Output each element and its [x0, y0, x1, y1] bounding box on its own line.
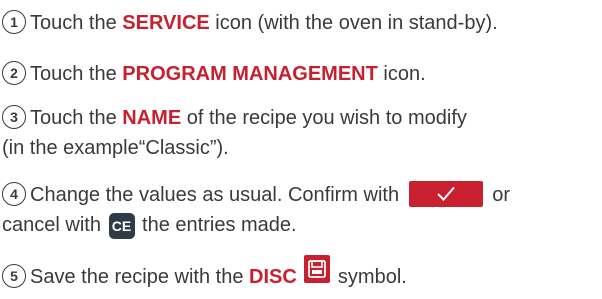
step-text: the entries made. [136, 214, 297, 236]
disc-keyword: DISC [249, 266, 297, 288]
step-text-line2: cancel with [2, 214, 107, 236]
checkmark-icon [436, 186, 455, 201]
step-text: of the recipe you wish to modify [181, 107, 467, 129]
step-text: symbol. [332, 266, 407, 288]
step-text: Touch the [30, 12, 123, 34]
step-text: or [486, 184, 510, 206]
step-number: 2 [2, 61, 26, 85]
confirm-button [408, 181, 483, 207]
ce-button: CE [108, 213, 135, 239]
step-text: Save the recipe with the [30, 266, 250, 288]
step-text: icon. [377, 63, 426, 85]
step-number: 1 [2, 10, 26, 34]
step-3: 3 Touch the NAME of the recipe you wish t… [2, 103, 467, 163]
step-text: Touch the [30, 107, 123, 129]
floppy-disk-icon [304, 255, 331, 283]
instruction-page: 1 Touch the SERVICE icon (with the oven i… [0, 0, 602, 299]
service-keyword: SERVICE [122, 12, 210, 34]
step-2: 2 Touch the PROGRAM MANAGEMENT icon. [2, 59, 426, 89]
step-text: Touch the [30, 63, 123, 85]
step-1: 1 Touch the SERVICE icon (with the oven i… [2, 8, 498, 38]
step-5: 5 Save the recipe with the DISC symbol. [2, 255, 407, 292]
step-4: 4 Change the values as usual. Confirm wit… [2, 180, 510, 240]
step-number: 4 [2, 182, 26, 206]
step-text-line2: (in the example“Classic”). [2, 137, 229, 159]
step-text: icon (with the oven in stand-by). [209, 12, 498, 34]
program-management-keyword: PROGRAM MANAGEMENT [122, 63, 378, 85]
step-number: 5 [2, 264, 26, 288]
step-text: Change the values as usual. Confirm with [30, 184, 405, 206]
name-keyword: NAME [122, 107, 182, 129]
step-number: 3 [2, 105, 26, 129]
